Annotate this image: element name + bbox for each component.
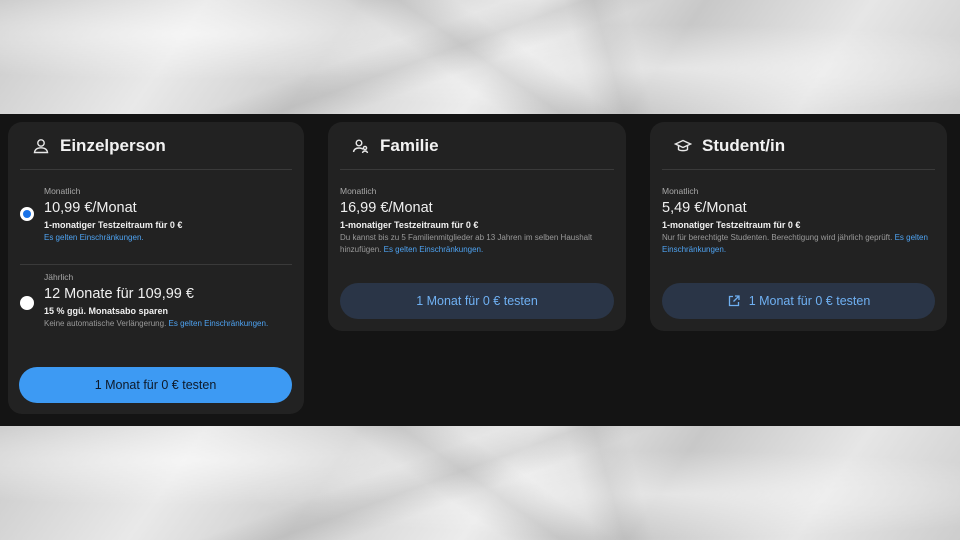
try-button-student[interactable]: 1 Monat für 0 € testen (662, 283, 935, 319)
radio-yearly[interactable] (20, 296, 34, 310)
plan-title: Student/in (702, 135, 786, 155)
plan-card-individual: Einzelperson Monatlich 10,99 €/Monat 1-m… (8, 122, 304, 414)
radio-monthly[interactable] (20, 207, 34, 221)
period-label: Monatlich (340, 186, 377, 196)
plan-title: Einzelperson (60, 135, 166, 155)
option-yearly[interactable]: Jährlich 12 Monate für 109,99 € 15 % ggü… (8, 268, 304, 348)
period-label: Monatlich (44, 186, 81, 196)
plan-card-student: Student/in Monatlich 5,49 €/Monat 1-mona… (650, 122, 947, 331)
plan-header: Einzelperson (20, 122, 292, 170)
renewal-text: Keine automatische Verlängerung. (44, 319, 167, 328)
restrictions-link[interactable]: Es gelten Einschränkungen. (169, 319, 269, 328)
option-divider (20, 264, 292, 265)
period-label: Monatlich (662, 186, 699, 196)
external-link-icon (727, 294, 741, 308)
restrictions-link[interactable]: Es gelten Einschränkungen. (384, 245, 484, 254)
family-icon (352, 137, 370, 155)
try-button-label: 1 Monat für 0 € testen (748, 294, 871, 308)
trial-headline: 1-monatiger Testzeitraum für 0 € (662, 220, 801, 230)
price: 10,99 €/Monat (44, 200, 137, 216)
price: 16,99 €/Monat (340, 200, 433, 216)
plan-header: Familie (340, 122, 614, 170)
savings-headline: 15 % ggü. Monatsabo sparen (44, 306, 169, 316)
family-note: Du kannst bis zu 5 Familienmitglieder ab… (340, 232, 612, 256)
trial-headline: 1-monatiger Testzeitraum für 0 € (340, 220, 479, 230)
student-note: Nur für berechtigte Studenten. Berechtig… (662, 232, 936, 256)
plan-title: Familie (380, 135, 439, 155)
trial-headline: 1-monatiger Testzeitraum für 0 € (44, 220, 183, 230)
plan-card-family: Familie Monatlich 16,99 €/Monat 1-monati… (328, 122, 626, 331)
paper-background-top (0, 0, 960, 114)
paper-background-bottom (0, 426, 960, 540)
price: 12 Monate für 109,99 € (44, 286, 194, 302)
plan-header: Student/in (662, 122, 935, 170)
price: 5,49 €/Monat (662, 200, 747, 216)
option-monthly[interactable]: Monatlich 10,99 €/Monat 1-monatiger Test… (8, 180, 304, 258)
try-button-family[interactable]: 1 Monat für 0 € testen (340, 283, 614, 319)
graduation-cap-icon (674, 137, 692, 155)
restrictions-link[interactable]: Es gelten Einschränkungen. (44, 233, 144, 242)
renewal-note: Keine automatische Verlängerung. Es gelt… (44, 318, 294, 330)
period-label: Jährlich (44, 272, 74, 282)
restrictions-note: Es gelten Einschränkungen. (44, 232, 294, 244)
pricing-panel: Einzelperson Monatlich 10,99 €/Monat 1-m… (0, 114, 960, 426)
student-note-text: Nur für berechtigte Studenten. Berechtig… (662, 233, 893, 242)
try-button-individual[interactable]: 1 Monat für 0 € testen (19, 367, 292, 403)
person-icon (32, 137, 50, 155)
